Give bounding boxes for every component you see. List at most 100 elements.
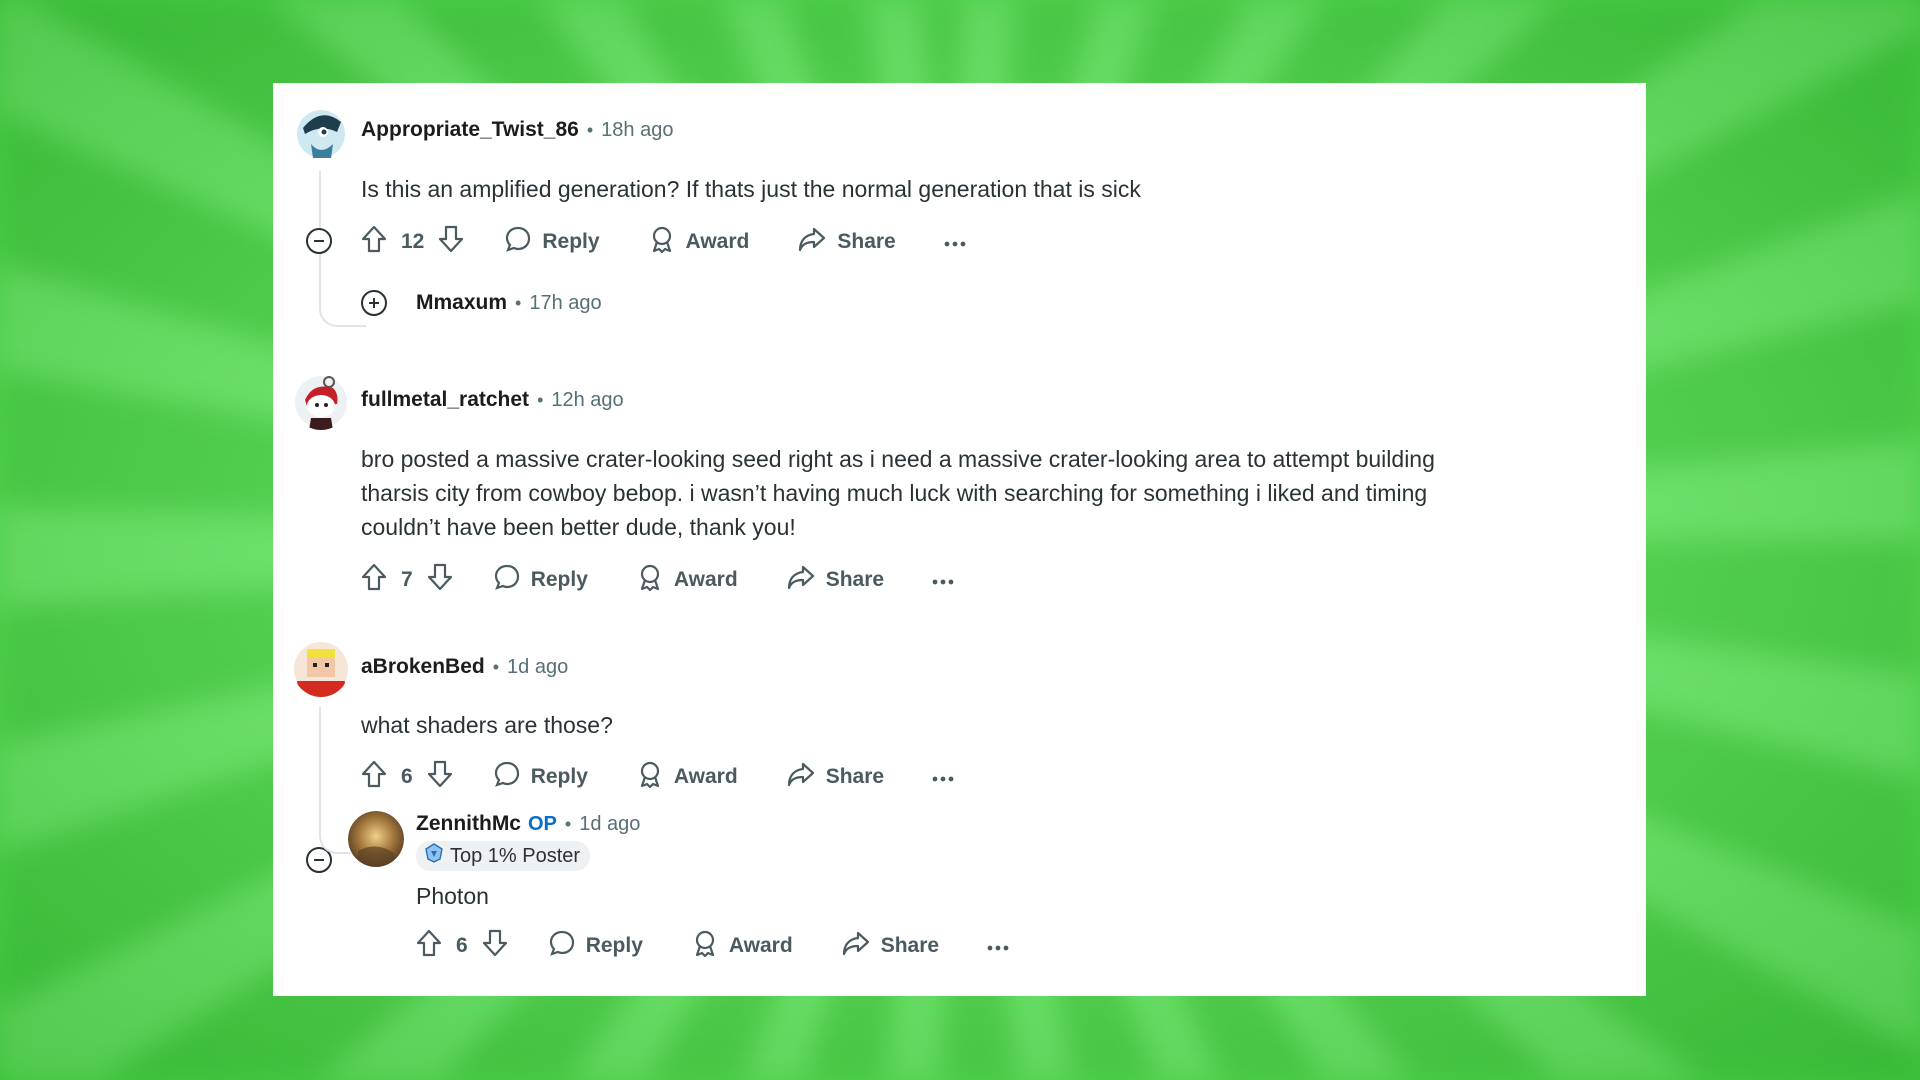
thread-branch [319,820,351,854]
ellipsis-icon [944,230,966,254]
timestamp[interactable]: 18h ago [601,119,673,142]
share-button[interactable]: Share [841,929,939,963]
reply-actions: 6 Reply Award Share [416,929,1009,963]
share-label: Share [837,230,896,253]
upvote-icon[interactable] [361,225,387,259]
award-label: Award [673,568,738,591]
separator-dot: • [492,656,500,677]
award-label: Award [685,230,750,253]
reply-button[interactable]: Reply [493,760,588,794]
vote-count: 6 [401,765,413,788]
reply-label: Reply [530,568,588,591]
reply-meta: ZennithMc OP • 1d ago [416,812,640,836]
reply-label: Reply [585,934,643,957]
award-icon [648,225,686,259]
comment-body-line: bro posted a massive crater-looking seed… [361,446,1435,472]
username[interactable]: ZennithMc [416,812,521,836]
avatar[interactable] [293,641,349,697]
reply-button[interactable]: Reply [548,929,643,963]
avatar[interactable] [293,104,349,160]
award-button[interactable]: Award [648,225,750,259]
award-button[interactable]: Award [691,929,793,963]
reply-icon [493,563,531,597]
downvote-icon[interactable] [482,929,508,963]
share-label: Share [825,765,885,788]
timestamp[interactable]: 1d ago [579,813,640,836]
comment-meta: aBrokenBed • 1d ago [361,655,568,679]
comment-actions: 6 Reply Award Share [361,760,954,794]
timestamp[interactable]: 17h ago [529,292,601,315]
vote-count: 6 [456,934,468,957]
more-options-button[interactable] [932,765,954,789]
timestamp[interactable]: 12h ago [551,389,623,412]
downvote-icon[interactable] [438,225,464,259]
comment-actions: 12 Reply Award Share [361,225,966,259]
comment-actions: 7 Reply Award Share [361,563,954,597]
share-button[interactable]: Share [797,225,896,259]
ellipsis-icon [932,568,954,592]
vote-control: 6 [416,929,508,963]
ellipsis-icon [987,934,1009,958]
username[interactable]: Mmaxum [416,291,507,315]
collapse-toggle[interactable] [306,228,332,254]
username[interactable]: Appropriate_Twist_86 [361,118,579,142]
collapsed-reply-meta: Mmaxum • 17h ago [416,291,602,315]
downvote-icon[interactable] [427,563,453,597]
comment-body-line: tharsis city from cowboy bebop. i wasn’t… [361,480,1428,506]
upvote-icon[interactable] [361,563,387,597]
comment-card: Appropriate_Twist_86 • 18h ago Is this a… [273,83,1646,996]
expand-toggle[interactable] [361,290,387,316]
avatar[interactable] [293,374,349,430]
vote-count: 12 [401,230,425,253]
share-icon [797,225,837,259]
comment-meta: Appropriate_Twist_86 • 18h ago [361,118,673,142]
award-icon [691,929,729,963]
award-icon [636,563,674,597]
username[interactable]: fullmetal_ratchet [361,388,529,412]
vote-control: 12 [361,225,464,259]
award-button[interactable]: Award [636,760,738,794]
upvote-icon[interactable] [361,760,387,794]
comment-meta: fullmetal_ratchet • 12h ago [361,388,624,412]
award-button[interactable]: Award [636,563,738,597]
timestamp[interactable]: 1d ago [507,656,568,679]
share-label: Share [880,934,940,957]
award-icon [636,760,674,794]
reply-label: Reply [530,765,588,788]
username[interactable]: aBrokenBed [361,655,485,679]
reply-icon [504,225,542,259]
ellipsis-icon [932,765,954,789]
separator-dot: • [564,813,572,834]
op-badge: OP [528,812,557,835]
comment-body-line: couldn’t have been better dude, thank yo… [361,514,796,540]
share-icon [786,563,826,597]
user-flair: Top 1% Poster [416,841,591,871]
vote-count: 7 [401,568,413,591]
more-options-button[interactable] [987,934,1009,958]
downvote-icon[interactable] [427,760,453,794]
share-button[interactable]: Share [786,760,884,794]
thread-line [319,707,321,820]
avatar[interactable] [348,811,404,867]
share-icon [841,929,881,963]
reply-icon [548,929,586,963]
comment-body: bro posted a massive crater-looking seed… [361,442,1611,544]
reply-button[interactable]: Reply [504,225,600,259]
reply-icon [493,760,531,794]
share-button[interactable]: Share [786,563,884,597]
award-label: Award [673,765,738,788]
award-label: Award [728,934,793,957]
reply-button[interactable]: Reply [493,563,588,597]
comment-body: what shaders are those? [361,712,613,738]
upvote-icon[interactable] [416,929,442,963]
separator-dot: • [537,389,544,410]
more-options-button[interactable] [932,568,954,592]
share-icon [786,760,826,794]
vote-control: 6 [361,760,453,794]
reply-label: Reply [542,230,600,253]
separator-dot: • [586,119,594,140]
vote-control: 7 [361,563,453,597]
badge-icon [424,843,450,869]
more-options-button[interactable] [944,230,966,254]
thread-branch [319,309,366,327]
